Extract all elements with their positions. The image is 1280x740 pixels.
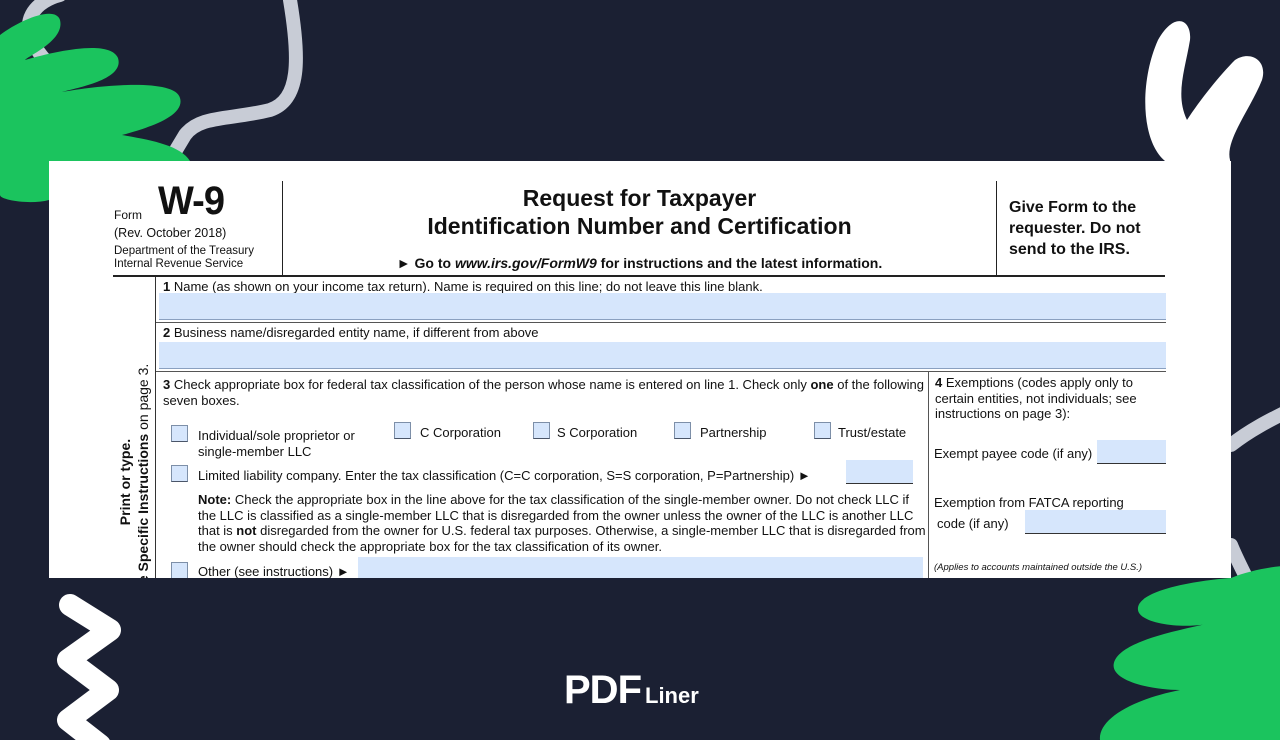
label-c-corporation: C Corporation [420,425,501,440]
checkbox-partnership[interactable] [674,422,691,439]
agency-text: Internal Revenue Service [114,258,244,270]
checkbox-other[interactable] [171,562,188,578]
name-input[interactable] [159,293,1166,320]
fatca-label: Exemption from FATCA reporting [934,495,1124,510]
irs-url-link[interactable]: www.irs.gov/FormW9 [455,255,597,271]
label-trust-estate: Trust/estate [838,425,907,440]
checkbox-trust-estate[interactable] [814,422,831,439]
form-agency: Department of the Treasury Internal Reve… [114,245,254,271]
fatca-label-2: code (if any) [937,516,1009,531]
department-text: Department of the Treasury [114,245,254,257]
sidebar-instructions: Print or type. See Specific Instructions… [113,277,155,578]
decor-white-shape-top-right [1145,21,1264,181]
checkbox-c-corporation[interactable] [394,422,411,439]
decor-white-zigzag-bottom-left [57,594,121,740]
line2-business-name: 2 Business name/disregarded entity name,… [156,323,1166,372]
form-id-block: Form W-9 (Rev. October 2018) Department … [113,179,283,275]
form-title-line1: Request for Taxpayer [522,185,757,211]
line3-label: 3 Check appropriate box for federal tax … [163,377,924,408]
line1-name: 1 Name (as shown on your income tax retu… [156,277,1166,323]
line4-exemptions: 4 Exemptions (codes apply only to certai… [929,372,1166,578]
line3-tax-classification: 3 Check appropriate box for federal tax … [156,372,929,578]
form-number: W-9 [158,179,225,223]
line3-4-section: 3 Check appropriate box for federal tax … [156,372,1166,578]
decor-gray-curve-right [1224,407,1280,582]
pdfliner-logo: PDF Liner [564,670,699,710]
other-classification-input[interactable] [358,557,923,578]
checkbox-s-corporation[interactable] [533,422,550,439]
form-header: Form W-9 (Rev. October 2018) Department … [113,179,1165,277]
exempt-payee-label: Exempt payee code (if any) [934,446,1093,461]
sidebar-line2: See Specific Instructions on page 3. [135,363,151,578]
label-partnership: Partnership [700,425,767,440]
line1-label: 1 Name (as shown on your income tax retu… [163,279,763,294]
form-title-block: Request for Taxpayer Identification Numb… [283,181,996,275]
llc-classification-input[interactable] [846,460,913,484]
logo-liner-text: Liner [645,683,699,708]
exemptions-title: 4 Exemptions (codes apply only to certai… [935,375,1137,421]
instructions-link-text: ► Go to www.irs.gov/FormW9 for instructi… [396,255,883,271]
submission-notice: Give Form to the requester. Do not send … [996,181,1165,275]
sidebar-line1: Print or type. [117,438,133,526]
logo-pdf-text: PDF [564,668,642,712]
form-word: Form [114,208,142,222]
business-name-input[interactable] [159,342,1166,369]
fatca-code-input[interactable] [1025,510,1166,534]
label-other: Other (see instructions) ► [198,564,350,578]
checkbox-individual[interactable] [171,425,188,442]
form-title-line2: Identification Number and Certification [427,213,852,239]
exempt-payee-code-input[interactable] [1097,440,1166,464]
label-individual: Individual/sole proprietor or single-mem… [198,428,355,459]
decor-green-blob-bottom-right [1099,566,1280,740]
label-llc: Limited liability company. Enter the tax… [198,468,811,483]
checkbox-llc[interactable] [171,465,188,482]
llc-note: Note: Check the appropriate box in the l… [198,492,926,554]
label-s-corporation: S Corporation [557,425,638,440]
line2-label: 2 Business name/disregarded entity name,… [163,325,539,340]
w9-form-sheet: Form W-9 (Rev. October 2018) Department … [49,161,1231,578]
fatca-note: (Applies to accounts maintained outside … [934,562,1143,573]
form-revision: (Rev. October 2018) [114,226,227,240]
form-body: 1 Name (as shown on your income tax retu… [155,277,1166,578]
